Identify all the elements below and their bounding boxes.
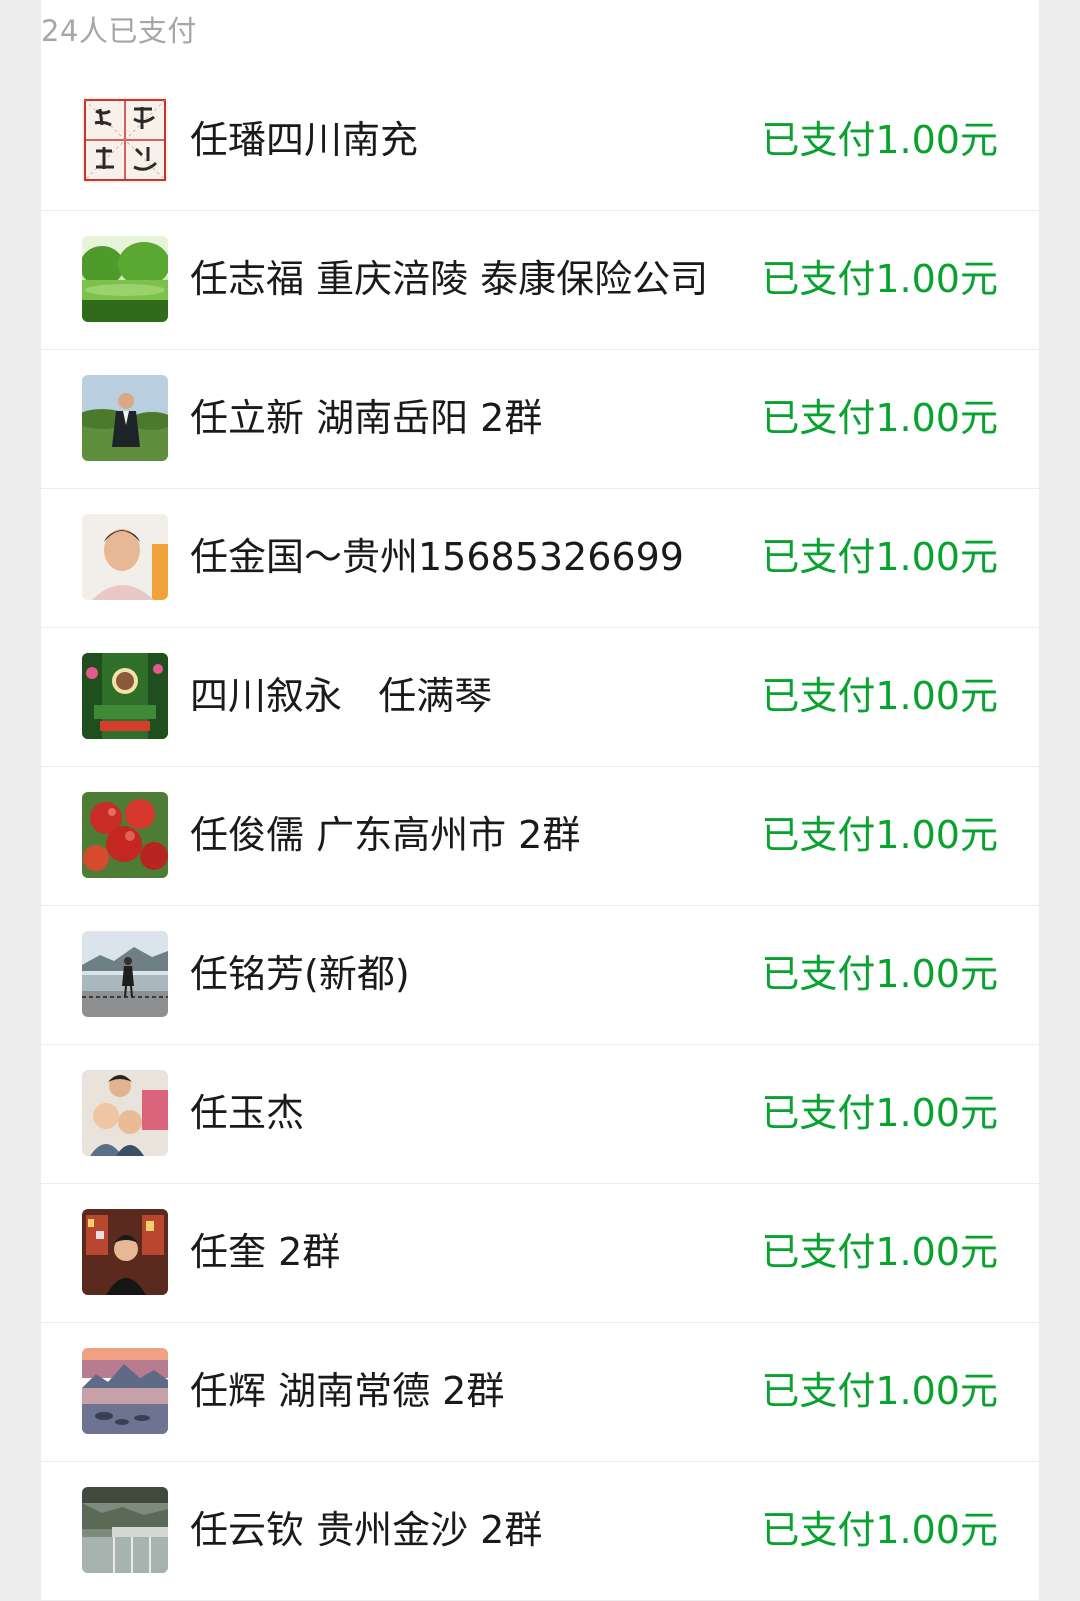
- payer-name: 任璠四川南充: [190, 118, 419, 162]
- sunset-lake-avatar[interactable]: [82, 1348, 168, 1434]
- payer-name: 任金国～贵州15685326699: [190, 535, 684, 579]
- calligraphy-avatar[interactable]: [82, 97, 168, 183]
- apples-avatar[interactable]: [82, 792, 168, 878]
- payer-row[interactable]: 任俊儒 广东高州市 2群 已支付1.00元: [41, 767, 1039, 906]
- payment-status: 已支付1.00元: [761, 1508, 998, 1552]
- payment-status: 已支付1.00元: [761, 535, 998, 579]
- payment-status: 已支付1.00元: [761, 1091, 998, 1135]
- payer-row[interactable]: 任立新 湖南岳阳 2群 已支付1.00元: [41, 350, 1039, 489]
- payer-row[interactable]: 四川叙永 任满琴 已支付1.00元: [41, 628, 1039, 767]
- payer-name: 任立新 湖南岳阳 2群: [190, 396, 543, 440]
- riverside-avatar[interactable]: [82, 931, 168, 1017]
- payer-row[interactable]: 任辉 湖南常德 2群 已支付1.00元: [41, 1323, 1039, 1462]
- payer-row[interactable]: 任志福 重庆涪陵 泰康保险公司 已支付1.00元: [41, 211, 1039, 350]
- payer-row[interactable]: 任云钦 贵州金沙 2群 已支付1.00元: [41, 1462, 1039, 1601]
- payer-name: 任志福 重庆涪陵 泰康保险公司: [190, 257, 709, 301]
- garden-poster-avatar[interactable]: [82, 653, 168, 739]
- man-in-field-avatar[interactable]: [82, 375, 168, 461]
- payer-name: 任铭芳(新都): [190, 952, 410, 996]
- payment-status: 已支付1.00元: [761, 674, 998, 718]
- shop-avatar[interactable]: [82, 1209, 168, 1295]
- payment-status: 已支付1.00元: [761, 952, 998, 996]
- payment-status: 已支付1.00元: [761, 1230, 998, 1274]
- payer-row[interactable]: 任玉杰 已支付1.00元: [41, 1045, 1039, 1184]
- payer-row[interactable]: 任璠四川南充 已支付1.00元: [41, 72, 1039, 211]
- payment-status: 已支付1.00元: [761, 396, 998, 440]
- payer-row[interactable]: 任金国～贵州15685326699 已支付1.00元: [41, 489, 1039, 628]
- payer-name: 任玉杰: [190, 1091, 305, 1135]
- payer-row[interactable]: 任铭芳(新都) 已支付1.00元: [41, 906, 1039, 1045]
- payer-name: 任云钦 贵州金沙 2群: [190, 1508, 543, 1552]
- dam-avatar[interactable]: [82, 1487, 168, 1573]
- portrait-avatar[interactable]: [82, 514, 168, 600]
- payment-status: 已支付1.00元: [761, 813, 998, 857]
- payer-name: 任俊儒 广东高州市 2群: [190, 813, 581, 857]
- payer-name: 任奎 2群: [190, 1230, 341, 1274]
- payment-status: 已支付1.00元: [761, 257, 998, 301]
- green-lake-avatar[interactable]: [82, 236, 168, 322]
- payment-status: 已支付1.00元: [761, 118, 998, 162]
- payer-list: 任璠四川南充 已支付1.00元 任志福 重庆涪陵 泰康保险公司 已支付1.00元: [41, 72, 1039, 1601]
- paid-count-header: 24人已支付: [41, 14, 197, 48]
- payer-name: 任辉 湖南常德 2群: [190, 1369, 505, 1413]
- payer-name: 四川叙永 任满琴: [190, 674, 493, 718]
- payment-status: 已支付1.00元: [761, 1369, 998, 1413]
- payer-row[interactable]: 任奎 2群 已支付1.00元: [41, 1184, 1039, 1323]
- family-photo-avatar[interactable]: [82, 1070, 168, 1156]
